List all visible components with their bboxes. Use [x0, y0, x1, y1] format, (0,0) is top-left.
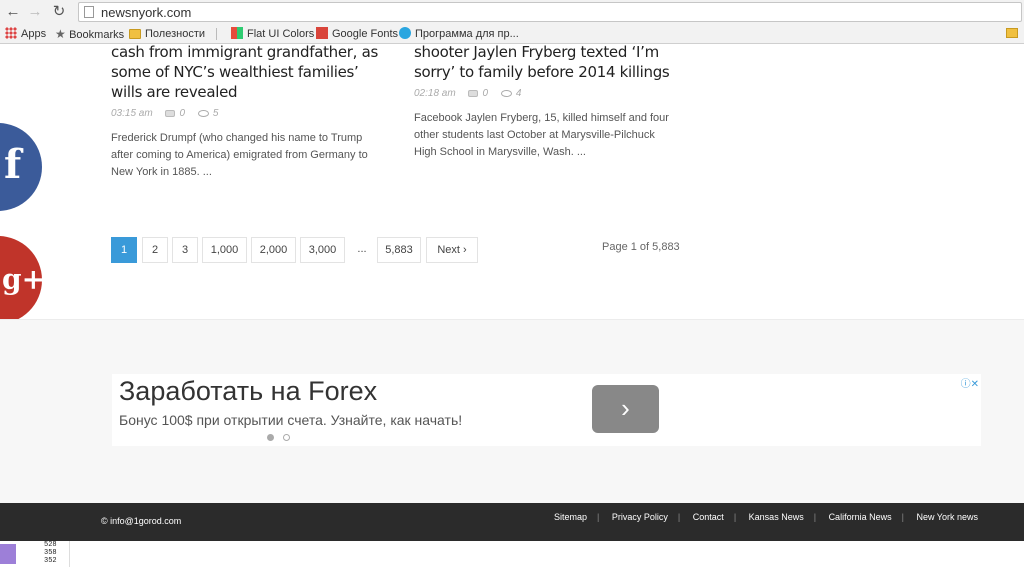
bookmarks-bar: Apps ★ Bookmarks Полезности Flat UI Colo… [0, 24, 1024, 44]
ad-info-close-icon[interactable]: ⓘ✕ [961, 375, 979, 390]
stats-icon[interactable] [0, 544, 16, 564]
carousel-dot[interactable] [283, 434, 290, 441]
apps-icon [5, 27, 17, 39]
other-bookmarks-folder-icon[interactable] [1006, 28, 1018, 38]
bookmark-divider [216, 28, 217, 40]
bookmark-bookmarks[interactable]: ★ Bookmarks [55, 27, 124, 41]
page-link[interactable]: 1,000 [202, 237, 247, 263]
page-link[interactable]: 3 [172, 237, 198, 263]
browser-chrome: ← → ↻ newsnyork.com Apps ★ Bookmarks Пол… [0, 0, 1024, 44]
google-plus-icon: g+ [2, 263, 46, 296]
bookmark-label: Google Fonts [332, 28, 399, 40]
folder-icon [129, 29, 141, 39]
ad-banner[interactable]: Заработать на Forex Бонус 100$ при откры… [112, 374, 981, 446]
page-link[interactable]: 5,883 [377, 237, 421, 263]
bookmark-programma[interactable]: Программа для пр... [399, 27, 519, 41]
article-time: 03:15 am [111, 108, 153, 119]
views-value: 4 [515, 88, 522, 99]
footer-link-california[interactable]: California News [829, 512, 892, 522]
bookmark-label: Программа для пр... [415, 28, 519, 40]
ad-text: Бонус 100$ при открытии счета. Узнайте, … [119, 412, 463, 428]
article-title[interactable]: shooter Jaylen Fryberg texted ‘I’m sorry… [414, 45, 679, 82]
comments-count: 0 [468, 88, 488, 99]
reload-icon[interactable]: ↻ [50, 3, 68, 21]
bookmark-apps[interactable]: Apps [5, 27, 46, 41]
eye-icon [197, 109, 209, 117]
back-icon[interactable]: ← [4, 3, 22, 21]
stats-value: 358 [44, 549, 57, 557]
comments-value: 0 [482, 88, 489, 99]
comment-icon [468, 89, 479, 97]
address-url: newsnyork.com [101, 5, 192, 20]
eye-icon [500, 89, 512, 97]
footer-link-kansas[interactable]: Kansas News [749, 512, 804, 522]
star-icon: ★ [55, 27, 70, 41]
ad-arrow-button[interactable]: › [592, 385, 659, 433]
article-meta: 03:15 am 0 5 [111, 108, 381, 122]
article-excerpt: Facebook Jaylen Fryberg, 15, killed hims… [414, 112, 669, 158]
pagination-ellipsis: ... [349, 237, 375, 263]
footer-separator: | [813, 512, 817, 522]
article-excerpt: Frederick Drumpf (who changed his name t… [111, 132, 368, 178]
pagination-summary: Page 1 of 5,883 [602, 241, 680, 253]
footer-email[interactable]: © info@1gorod.com [101, 516, 181, 526]
footer: © info@1gorod.com Sitemap | Privacy Polic… [0, 503, 1024, 541]
article-title[interactable]: cash from immigrant grandfather, as some… [111, 45, 381, 102]
bookmark-label: Bookmarks [69, 29, 125, 41]
views-value: 5 [212, 108, 219, 119]
bookmark-google-fonts[interactable]: Google Fonts [316, 27, 398, 41]
footer-separator: | [597, 512, 600, 522]
footer-link-privacy[interactable]: Privacy Policy [612, 512, 668, 522]
bookmark-label: Apps [21, 28, 47, 40]
bookmark-label: Flat UI Colors [247, 28, 315, 40]
footer-separator: | [901, 512, 904, 522]
footer-link-newyork[interactable]: New York news [916, 512, 978, 522]
footer-links: Sitemap | Privacy Policy | Contact | Kansas… [549, 512, 983, 522]
footer-link-contact[interactable]: Contact [693, 512, 724, 522]
article-card: cash from immigrant grandfather, as some… [111, 45, 381, 181]
stats-value: 352 [44, 557, 57, 565]
google-fonts-icon [316, 27, 328, 39]
comments-value: 0 [179, 108, 186, 119]
forward-icon[interactable]: → [26, 3, 44, 21]
page-icon [84, 6, 94, 18]
page-link[interactable]: 2 [142, 237, 168, 263]
views-count: 5 [197, 108, 219, 119]
footer-link-sitemap[interactable]: Sitemap [554, 512, 587, 522]
page-link[interactable]: 2,000 [251, 237, 296, 263]
bookmark-flat-ui-colors[interactable]: Flat UI Colors [231, 27, 314, 41]
program-icon [399, 27, 411, 39]
facebook-icon: f [4, 141, 22, 188]
comments-count: 0 [165, 108, 185, 119]
stats-numbers: 528 358 352 [44, 541, 57, 565]
views-count: 4 [500, 88, 522, 99]
facebook-share-button[interactable]: f [0, 123, 42, 211]
google-plus-share-button[interactable]: g+ [0, 236, 46, 324]
footer-separator: | [677, 512, 681, 522]
page-content: cash from immigrant grandfather, as some… [0, 45, 1024, 567]
article-card: shooter Jaylen Fryberg texted ‘I’m sorry… [414, 45, 679, 161]
flat-ui-icon [231, 27, 243, 39]
stats-widget: 528 358 352 [0, 541, 70, 567]
article-time: 02:18 am [414, 88, 456, 99]
carousel-dot-active[interactable] [267, 434, 274, 441]
comment-icon [165, 109, 176, 117]
address-bar[interactable]: newsnyork.com [78, 2, 1022, 22]
stats-value: 528 [44, 541, 57, 549]
bookmark-label: Полезности [145, 28, 205, 40]
bookmark-poleznosti[interactable]: Полезности [129, 27, 205, 41]
page-link[interactable]: 3,000 [300, 237, 345, 263]
ad-title[interactable]: Заработать на Forex [119, 376, 377, 407]
article-meta: 02:18 am 0 4 [414, 88, 679, 102]
page-link[interactable]: 1 [111, 237, 137, 263]
next-page-button[interactable]: Next › [426, 237, 478, 263]
footer-separator: | [733, 512, 737, 522]
